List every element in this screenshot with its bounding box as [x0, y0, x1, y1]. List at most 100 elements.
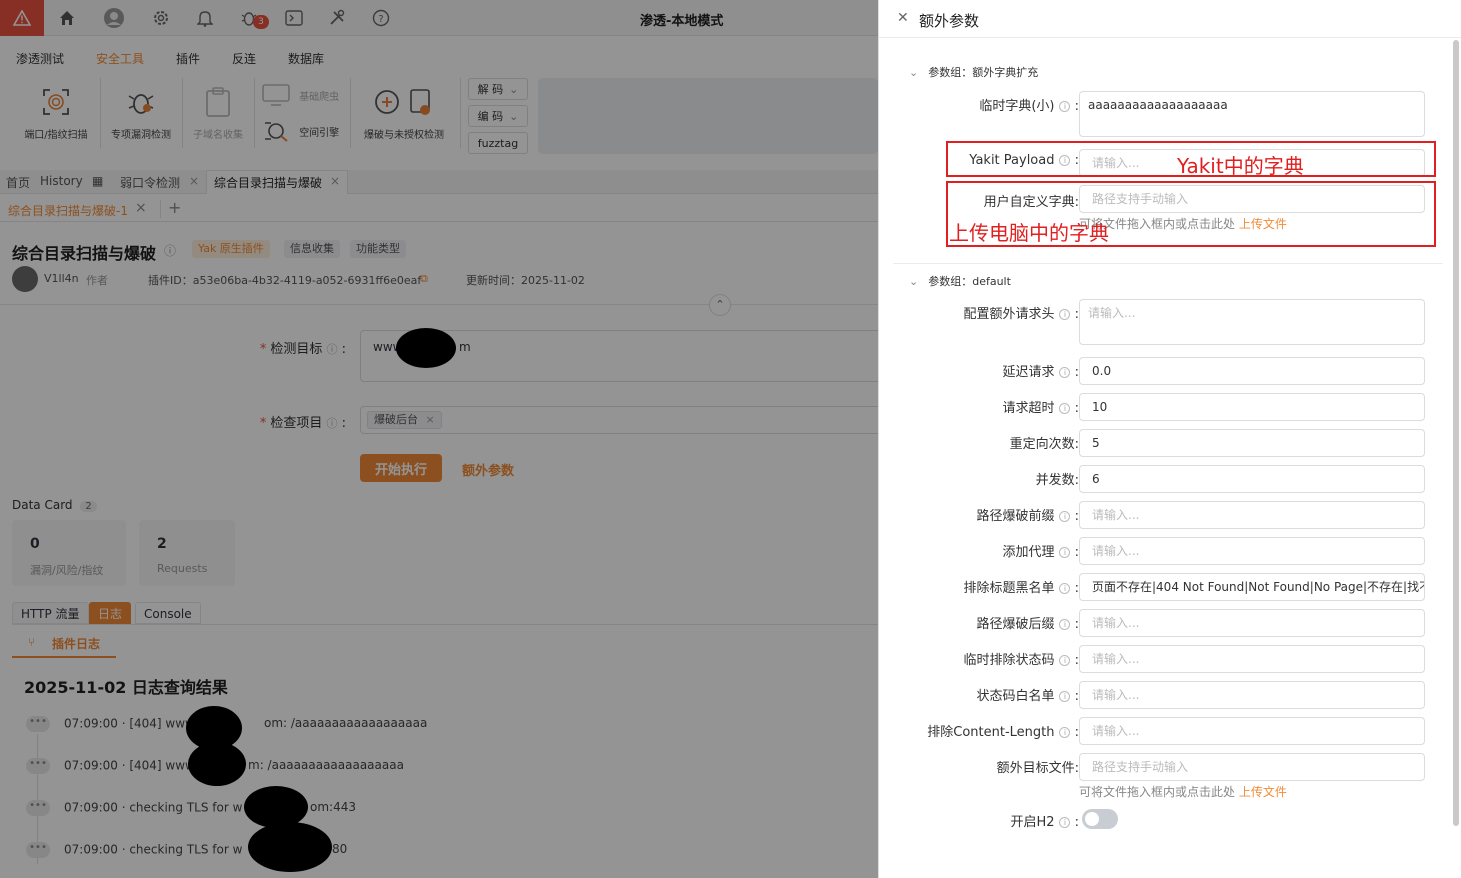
fuzztag-button[interactable]: fuzztag: [468, 132, 528, 154]
tool-space-engine-label: 空间引擎: [299, 127, 340, 139]
chevron-down-icon: ⌄: [509, 109, 519, 123]
param-input[interactable]: 6: [1079, 465, 1425, 493]
annotation-yakit-dict: Yakit中的字典: [1177, 154, 1304, 178]
help-icon[interactable]: ?: [370, 7, 392, 29]
tool-brute-auth-label: 爆破与未授权检测: [364, 130, 444, 141]
param-label: 配置额外请求头 i :: [963, 307, 1079, 322]
menu-security-tools[interactable]: 安全工具: [96, 50, 144, 67]
extra-params-button[interactable]: 额外参数: [462, 460, 514, 479]
tab-weak-password[interactable]: 弱口令检测: [120, 174, 180, 191]
param-input[interactable]: 5: [1079, 429, 1425, 457]
bell-icon[interactable]: [194, 7, 216, 29]
add-tab-button[interactable]: +: [168, 198, 181, 217]
param-input[interactable]: 0.0: [1079, 357, 1425, 385]
help-icon[interactable]: ⓘ: [164, 242, 176, 259]
menu-reverse[interactable]: 反连: [232, 50, 256, 67]
param-input[interactable]: 请输入...: [1079, 537, 1425, 565]
param-input[interactable]: 请输入...: [1079, 645, 1425, 673]
more-icon: •••: [26, 800, 50, 816]
param-input[interactable]: 请输入...: [1079, 299, 1425, 345]
close-icon[interactable]: ×: [330, 174, 340, 188]
home-icon[interactable]: [56, 7, 78, 29]
divider: [893, 263, 1443, 264]
info-icon: i: [1059, 367, 1071, 378]
extra-params-drawer: ✕ 额外参数 ⌄ 参数组：额外字典扩充 临时字典(小) i : aaaaaaaaaa…: [878, 0, 1461, 878]
close-icon[interactable]: ×: [135, 200, 147, 216]
tool-vuln-detect[interactable]: 专项漏洞检测: [104, 84, 178, 141]
window-title: 渗透-本地模式: [640, 14, 724, 29]
tool-subdomain-label: 子域名收集: [193, 130, 243, 141]
subtab-dir-scan-1[interactable]: 综合目录扫描与爆破-1: [8, 202, 128, 219]
monitor-icon: [262, 84, 290, 109]
info-icon: i: [1059, 101, 1071, 112]
divider: [0, 304, 878, 305]
encode-button[interactable]: 编 码 ⌄: [468, 105, 528, 127]
temp-dict-textarea[interactable]: aaaaaaaaaaaaaaaaaaa: [1079, 91, 1425, 137]
tool-crawler[interactable]: 基础爬虫: [262, 84, 346, 109]
param-label: 排除标题黑名单 i :: [963, 581, 1079, 596]
close-icon[interactable]: ×: [189, 174, 199, 188]
decode-button[interactable]: 解 码 ⌄: [468, 78, 528, 100]
copy-icon[interactable]: ⧉: [420, 272, 428, 286]
param-input[interactable]: 请输入...: [1079, 681, 1425, 709]
target-value-tail: m: [459, 340, 471, 354]
tab-log[interactable]: 日志: [89, 602, 132, 624]
param-label: 重定向次数:: [1009, 437, 1079, 452]
param-input[interactable]: 页面不存在|404 Not Found|Not Found|No Page|不存…: [1079, 573, 1425, 601]
top-toolbar: 3 ? 渗透-本地模式: [0, 0, 878, 36]
tab-history[interactable]: History: [40, 174, 83, 188]
terminal-icon[interactable]: [283, 7, 305, 29]
close-icon[interactable]: ✕: [897, 10, 909, 26]
tool-crawler-label: 基础爬虫: [299, 91, 340, 103]
scrollbar[interactable]: [1453, 40, 1459, 826]
log-line: ••• 07:09:00 · checking TLS for w: [26, 842, 242, 858]
param-input[interactable]: 请输入...: [1079, 609, 1425, 637]
param-input[interactable]: 请输入...: [1079, 501, 1425, 529]
alarm-icon: [13, 10, 31, 26]
tab-dir-scan[interactable]: 综合目录扫描与爆破: [214, 174, 322, 191]
tool-space-engine[interactable]: 空间引擎: [262, 120, 346, 145]
plugin-title: 综合目录扫描与爆破: [12, 244, 157, 263]
tool-brute-auth[interactable]: 爆破与未授权检测: [356, 84, 452, 141]
grid-icon[interactable]: ▦: [92, 174, 103, 188]
user-avatar-icon[interactable]: [103, 7, 125, 29]
encode-label: 编 码: [477, 110, 504, 123]
tag-info-collect: 信息收集: [284, 240, 340, 258]
tab-console[interactable]: Console: [135, 602, 201, 624]
info-icon: i: [1059, 727, 1071, 738]
gear-icon[interactable]: [150, 7, 172, 29]
log-line-tail: om:443: [310, 800, 356, 814]
upload-file-link[interactable]: 上传文件: [1239, 785, 1287, 799]
param-input[interactable]: 路径支持手动输入: [1079, 753, 1425, 781]
param-input[interactable]: 请输入...: [1079, 717, 1425, 745]
menu-pentest[interactable]: 渗透测试: [16, 50, 64, 67]
tab-plugin-log[interactable]: ⑂ 插件日志: [12, 628, 116, 658]
collapse-up-icon[interactable]: ⌃: [709, 294, 731, 316]
fingerprint-icon: [38, 84, 74, 120]
h2-toggle[interactable]: [1082, 809, 1118, 829]
param-label: 路径爆破前缀 i :: [976, 509, 1079, 524]
tools-icon[interactable]: [326, 7, 348, 29]
tab-home[interactable]: 首页: [6, 174, 30, 191]
check-item-select[interactable]: 爆破后台 ×: [360, 406, 878, 434]
alarm-button[interactable]: [0, 0, 44, 36]
tab-http-flow[interactable]: HTTP 流量: [12, 602, 89, 624]
data-card-requests[interactable]: 2 Requests: [139, 520, 235, 586]
data-card-vuln[interactable]: 0 漏洞/风险/指纹: [12, 520, 126, 586]
param-label: 路径爆破后缀 i :: [976, 617, 1079, 632]
menu-plugins[interactable]: 插件: [176, 50, 200, 67]
tool-port-scan[interactable]: 端口/指纹扫描: [18, 84, 94, 141]
brute-icons: [368, 84, 440, 120]
param-label: 排除Content-Length i :: [927, 725, 1079, 740]
param-input[interactable]: 10: [1079, 393, 1425, 421]
updated-time: 更新时间：2025-11-02: [466, 274, 585, 287]
param-group-default[interactable]: ⌄ 参数组：default: [909, 273, 1011, 289]
menu-database[interactable]: 数据库: [288, 50, 324, 67]
tool-subdomain[interactable]: 子域名收集: [186, 84, 250, 141]
info-icon: i: [1059, 309, 1071, 320]
log-line: ••• 07:09:00 · [404] www: [26, 758, 195, 774]
param-group-dict[interactable]: ⌄ 参数组：额外字典扩充: [909, 64, 1038, 80]
info-icon: i: [1059, 691, 1071, 702]
avatar: [12, 266, 38, 292]
start-button[interactable]: 开始执行: [360, 454, 442, 482]
